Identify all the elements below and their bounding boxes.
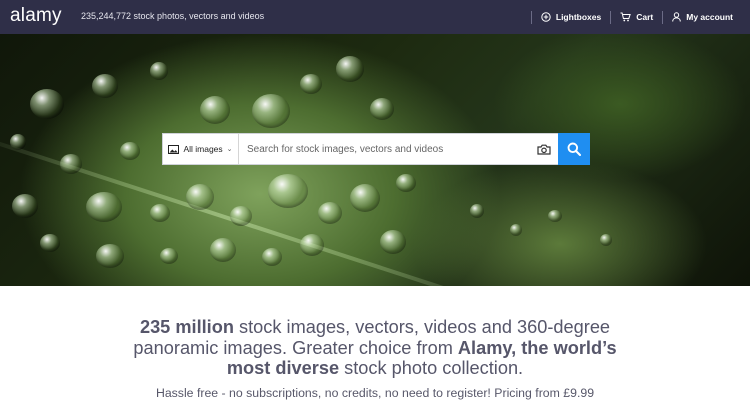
water-drop bbox=[600, 234, 612, 246]
my-account-label: My account bbox=[686, 12, 733, 22]
water-drop bbox=[336, 56, 364, 82]
water-drop bbox=[470, 204, 484, 218]
water-drop bbox=[86, 192, 122, 222]
search-icon bbox=[567, 142, 581, 156]
camera-icon bbox=[537, 144, 551, 155]
water-drop bbox=[92, 74, 118, 98]
water-drop bbox=[230, 206, 252, 226]
water-drop bbox=[300, 234, 324, 256]
water-drop bbox=[12, 194, 38, 218]
water-drop bbox=[318, 202, 342, 224]
water-drop bbox=[370, 98, 394, 120]
cart-link[interactable]: Cart bbox=[611, 11, 662, 23]
cart-label: Cart bbox=[636, 12, 654, 22]
headline-text-end: stock photo collection. bbox=[339, 358, 524, 379]
water-drop bbox=[350, 184, 380, 212]
chevron-down-icon: ⌄ bbox=[226, 146, 233, 153]
intro-subline: Hassle free - no subscriptions, no credi… bbox=[155, 386, 595, 400]
lightboxes-link[interactable]: Lightboxes bbox=[532, 11, 610, 23]
water-drop bbox=[510, 224, 522, 236]
water-drop bbox=[210, 238, 236, 262]
search-type-label: All images bbox=[183, 144, 223, 154]
water-drop bbox=[30, 89, 64, 119]
water-drop bbox=[150, 204, 170, 222]
water-drop bbox=[96, 244, 124, 268]
water-drop bbox=[160, 248, 178, 264]
plus-circle-icon bbox=[541, 12, 551, 22]
water-drop bbox=[120, 142, 140, 160]
water-drop bbox=[200, 96, 230, 124]
water-drop bbox=[252, 94, 290, 128]
alamy-logo[interactable]: alamy bbox=[10, 4, 62, 28]
water-drop bbox=[396, 174, 416, 192]
intro-section: 235 million stock images, vectors, video… bbox=[0, 286, 750, 418]
headline-count: 235 million bbox=[139, 317, 234, 337]
water-drop bbox=[186, 184, 214, 210]
water-drop bbox=[548, 210, 562, 222]
header-nav: Lightboxes Cart My account bbox=[530, 0, 742, 34]
top-bar: alamy 235,244,772 stock photos, vectors … bbox=[0, 0, 750, 34]
search-button[interactable] bbox=[558, 133, 590, 165]
tagline: 235,244,772 stock photos, vectors and vi… bbox=[81, 11, 265, 21]
image-icon bbox=[168, 144, 180, 154]
intro-headline: 235 million stock images, vectors, video… bbox=[120, 317, 630, 379]
search-bar: All images ⌄ bbox=[162, 133, 590, 165]
water-drop bbox=[60, 154, 82, 174]
search-input[interactable] bbox=[239, 134, 530, 164]
my-account-link[interactable]: My account bbox=[663, 11, 742, 23]
search-type-dropdown[interactable]: All images ⌄ bbox=[163, 134, 239, 164]
water-drop bbox=[380, 230, 406, 254]
water-drop bbox=[10, 134, 26, 150]
water-drop bbox=[262, 248, 282, 266]
cart-icon bbox=[620, 12, 632, 22]
visual-search-button[interactable] bbox=[530, 134, 558, 164]
water-drop bbox=[40, 234, 60, 252]
water-drop bbox=[300, 74, 322, 94]
user-icon bbox=[672, 12, 682, 22]
water-drop bbox=[150, 62, 168, 80]
lightboxes-label: Lightboxes bbox=[555, 12, 602, 22]
water-drop bbox=[268, 174, 308, 208]
